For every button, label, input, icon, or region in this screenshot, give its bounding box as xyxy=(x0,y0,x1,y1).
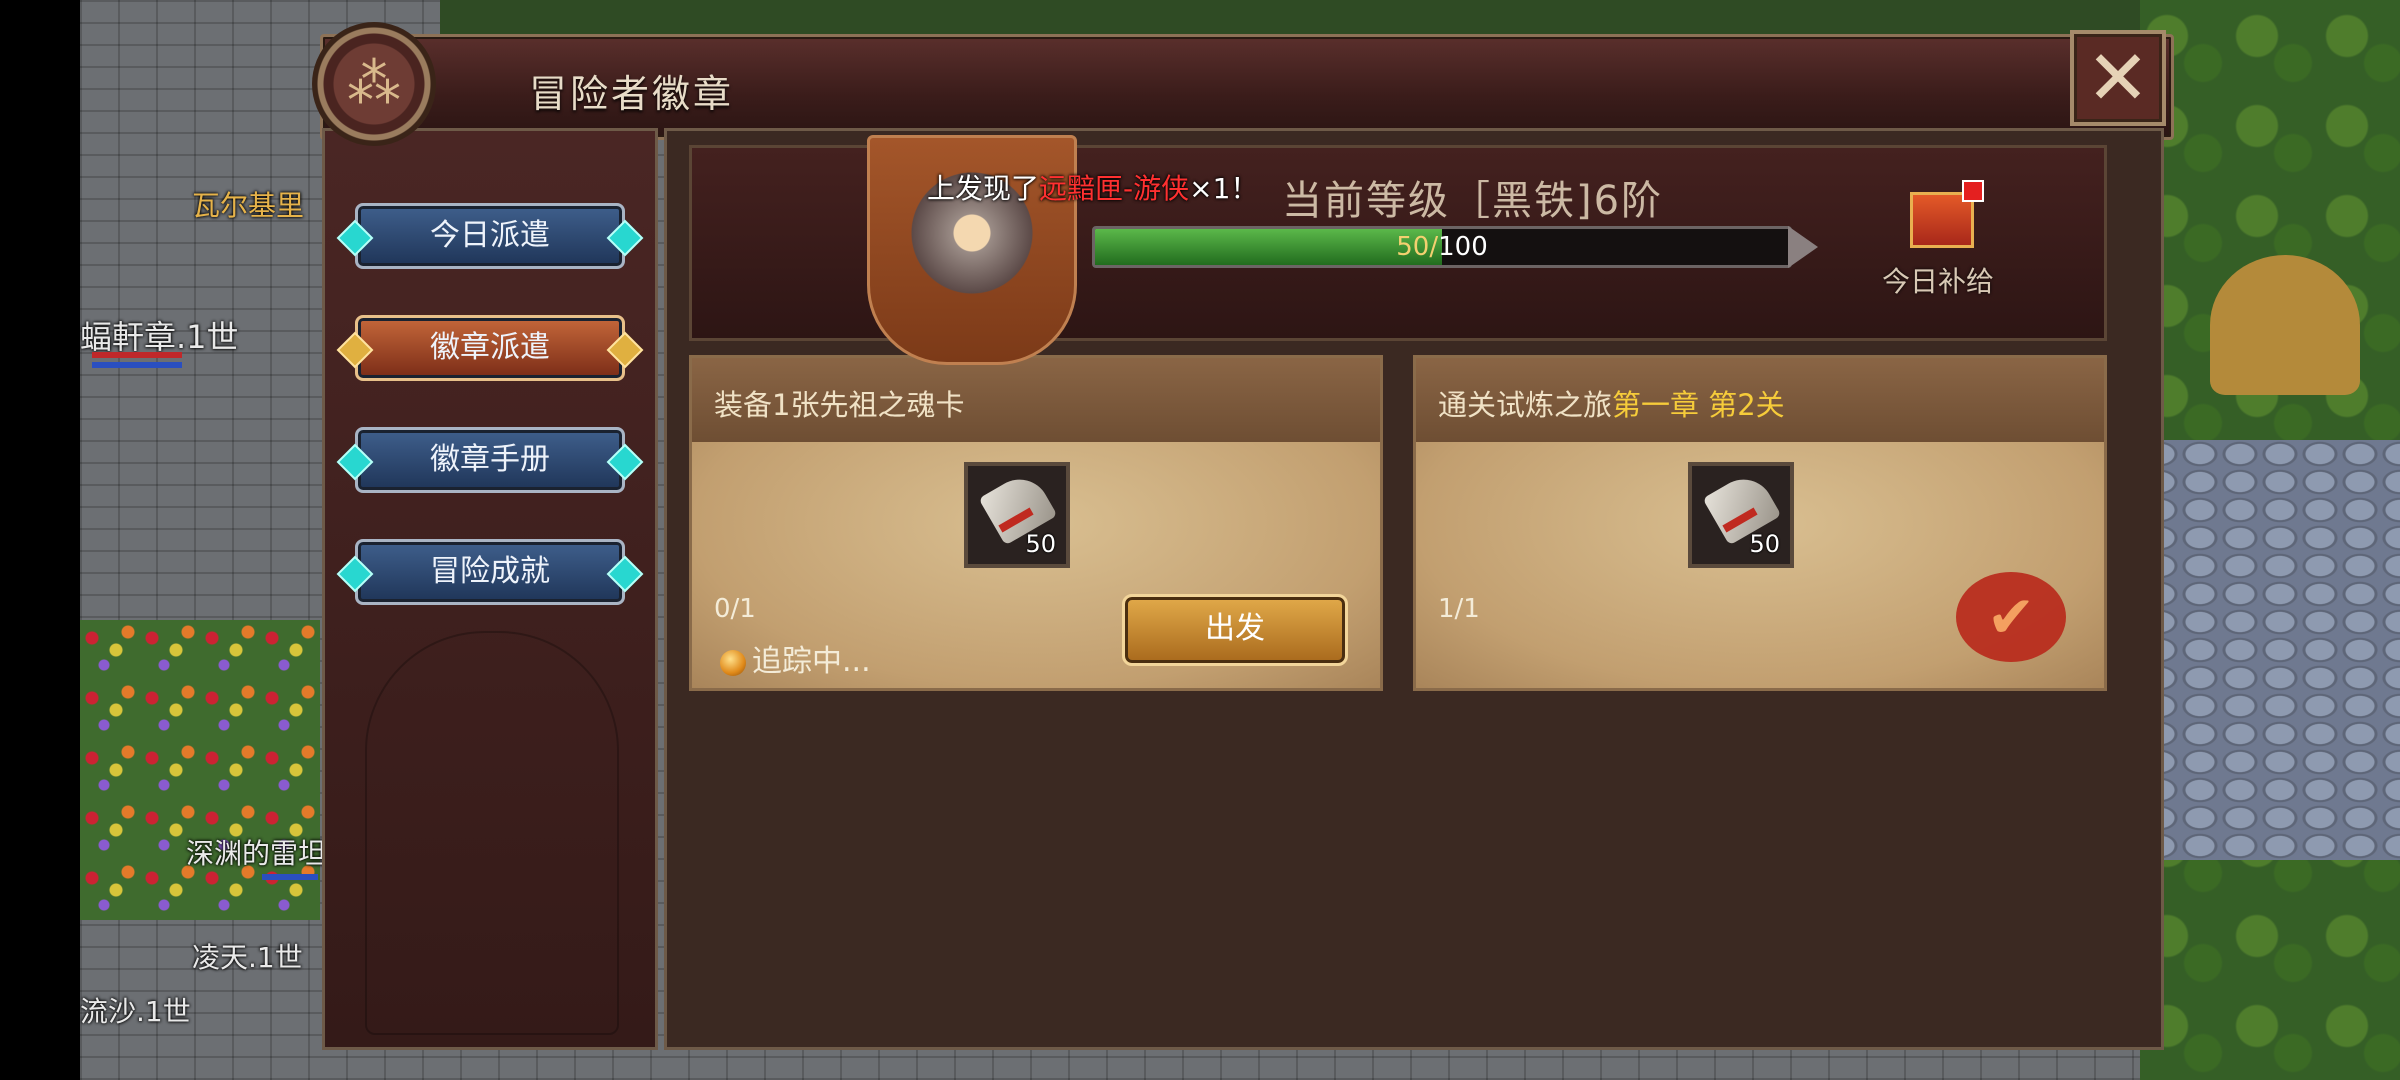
other-player-name-1[interactable]: 凌天.1世 xyxy=(192,936,303,976)
reward-quantity: 50 xyxy=(1749,530,1780,558)
gem-right-icon xyxy=(606,443,644,481)
gem-right-icon xyxy=(606,331,644,369)
tab-label: 徽章派遣 xyxy=(430,330,550,365)
notice-suffix: ×1！ xyxy=(1189,172,1259,205)
daily-supply-gift-icon[interactable] xyxy=(1902,174,1984,254)
xp-current: 50 xyxy=(1396,232,1430,262)
status-text: 追踪中... xyxy=(752,644,871,679)
tab-label: 徽章手册 xyxy=(430,442,550,477)
content-area: 当前等级［黑铁]6阶 50/100 今日补给 上发现了远黯匣-游侠×1！ 装备1… xyxy=(664,128,2164,1050)
notice-prefix: 上发现了 xyxy=(927,172,1040,205)
mission-title-highlight: 第一章 第2关 xyxy=(1612,388,1785,422)
checkmark-icon: ✔ xyxy=(1986,583,2036,651)
loot-notice: 上发现了远黯匣-游侠×1！ xyxy=(927,167,1258,207)
tab-badge-dispatch[interactable]: 徽章派遣 xyxy=(336,315,644,381)
mission-title-text: 装备1张先祖之魂卡 xyxy=(714,388,965,422)
player-hp-bar xyxy=(92,352,182,358)
xp-bar: 50/100 xyxy=(1092,226,1792,268)
sidebar-ornament xyxy=(365,631,619,1035)
world-cobblestone xyxy=(2140,440,2400,860)
completed-stamp-icon: ✔ xyxy=(1956,572,2066,662)
world-haystack xyxy=(2210,255,2360,395)
gem-right-icon xyxy=(606,555,644,593)
mission-title: 装备1张先祖之魂卡 xyxy=(714,382,964,424)
sidebar: 今日派遣 徽章派遣 徽章手册 冒险成就 xyxy=(322,128,658,1050)
mission-status: 追踪中... xyxy=(720,636,871,680)
tile-name-label: 深渊的雷坦 xyxy=(186,837,327,870)
mission-progress: 0/1 xyxy=(714,594,756,624)
adventurer-badge-panel: 冒险者徽章 ⁂ ✕ 今日派遣 徽章派遣 徽章手册 冒险成就 当前等级［黑铁]6阶… xyxy=(312,22,2174,1056)
xp-text: 50/100 xyxy=(1095,229,1789,265)
depart-button[interactable]: 出发 xyxy=(1122,594,1348,666)
close-button[interactable]: ✕ xyxy=(2070,30,2166,126)
mission-card: 通关试炼之旅第一章 第2关 50 1/1 ✔ xyxy=(1413,355,2107,691)
xp-separator: / xyxy=(1429,232,1439,262)
gem-left-icon xyxy=(336,443,374,481)
tile-bar xyxy=(262,874,318,880)
xp-arrow-icon xyxy=(1788,226,1818,268)
panel-header: 冒险者徽章 xyxy=(320,34,2174,140)
mission-title: 通关试炼之旅第一章 第2关 xyxy=(1438,382,1785,424)
reward-item-slot[interactable]: 50 xyxy=(1688,462,1794,568)
current-level-text: 当前等级［黑铁]6阶 xyxy=(1282,178,1664,224)
panel-emblem-icon: ⁂ xyxy=(312,22,436,146)
tab-label: 冒险成就 xyxy=(430,554,550,589)
notice-item: 远黯匣-游侠 xyxy=(1039,172,1190,205)
mission-progress: 1/1 xyxy=(1438,594,1480,624)
player-mp-bar xyxy=(92,362,182,368)
gem-left-icon xyxy=(336,555,374,593)
mission-card: 装备1张先祖之魂卡 50 0/1 追踪中... 出发 xyxy=(689,355,1383,691)
reward-quantity: 50 xyxy=(1025,530,1056,558)
other-player-name-2[interactable]: 流沙.1世 xyxy=(80,990,191,1030)
npc-name-label[interactable]: 瓦尔基里 xyxy=(192,184,304,224)
tab-adventure-achievement[interactable]: 冒险成就 xyxy=(336,539,644,605)
reward-item-slot[interactable]: 50 xyxy=(964,462,1070,568)
xp-max: 100 xyxy=(1438,232,1488,262)
gem-right-icon xyxy=(606,219,644,257)
gem-left-icon xyxy=(336,331,374,369)
close-icon: ✕ xyxy=(2086,33,2150,122)
mission-title-text: 通关试炼之旅 xyxy=(1438,388,1613,422)
tracking-orb-icon xyxy=(720,649,746,676)
gem-left-icon xyxy=(336,219,374,257)
tab-label: 今日派遣 xyxy=(430,218,550,253)
panel-title: 冒险者徽章 xyxy=(529,72,735,116)
emblem-glyph: ⁂ xyxy=(347,52,401,115)
tab-badge-handbook[interactable]: 徽章手册 xyxy=(336,427,644,493)
notification-dot-icon xyxy=(1962,180,1984,202)
daily-supply-label[interactable]: 今日补给 xyxy=(1882,260,1994,300)
tab-daily-dispatch[interactable]: 今日派遣 xyxy=(336,203,644,269)
